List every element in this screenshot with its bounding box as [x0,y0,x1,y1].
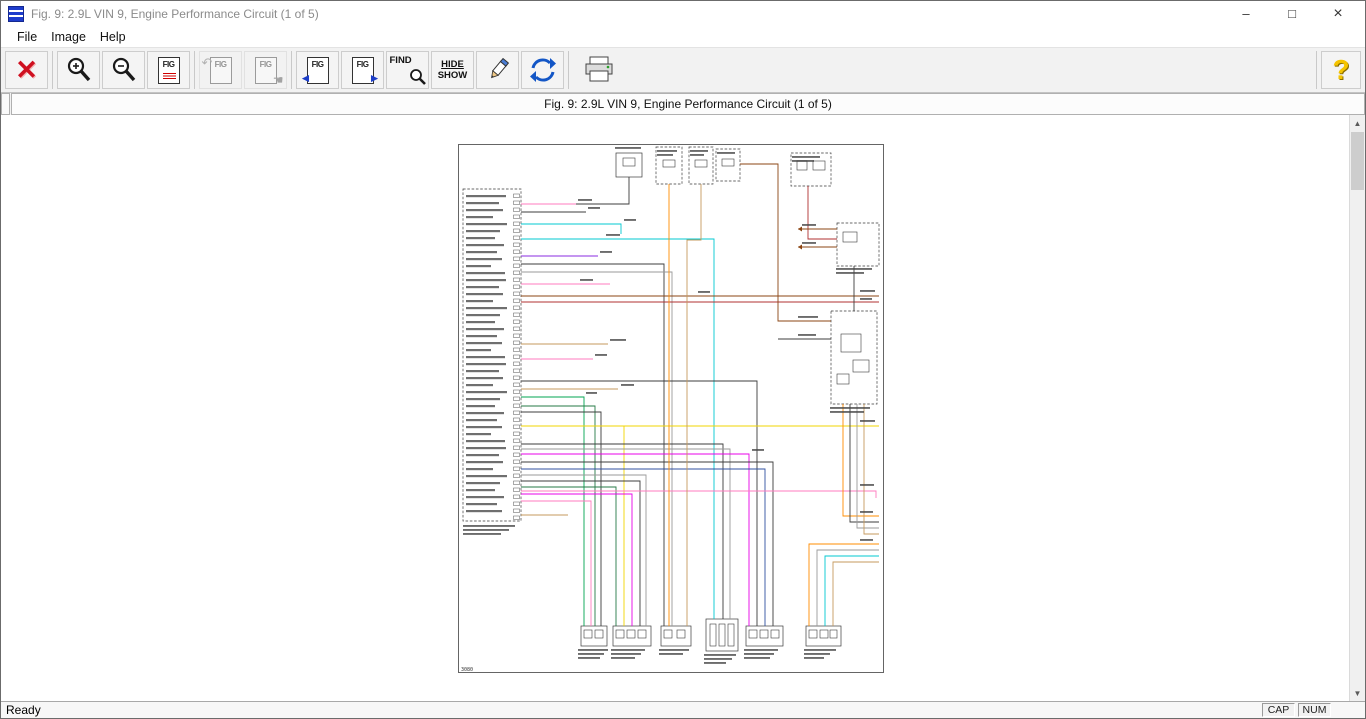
window-controls: – □ × [1223,1,1361,26]
blue-left-arrow-icon: ◄ [300,72,312,84]
toolbar: ✕ FIG FIG [1,47,1365,93]
previous-figure-icon: FIG ◄ [307,57,329,84]
maximize-button[interactable]: □ [1269,1,1315,26]
svg-text:3080: 3080 [461,667,473,673]
statusbar: Ready CAP NUM [1,701,1365,718]
menu-help[interactable]: Help [93,28,133,46]
figure-caption: Fig. 9: 2.9L VIN 9, Engine Performance C… [544,97,832,111]
close-window-button[interactable]: × [1315,1,1361,26]
help-button[interactable]: ? [1321,51,1361,89]
toolbar-separator [194,51,195,89]
figure-undo-icon: FIG ↶ [210,57,232,84]
figure-list-icon: FIG [158,57,180,84]
print-button[interactable] [573,51,625,89]
wiring-diagram: 3080 [458,144,884,673]
next-figure-icon: FIG ► [352,57,374,84]
wiring-diagram-page[interactable]: 3080 [458,144,884,673]
printer-icon [581,55,617,85]
pencil-icon [484,56,512,84]
hand-icon: ☚ [273,73,284,87]
window-title: Fig. 9: 2.9L VIN 9, Engine Performance C… [31,7,319,21]
scroll-track[interactable] [1350,131,1365,685]
figure-undo-button[interactable]: FIG ↶ [199,51,242,89]
find-icon: FIND [390,54,426,86]
annotate-button[interactable] [476,51,519,89]
zoom-in-icon [64,55,94,85]
zoom-out-icon [109,55,139,85]
zoom-in-button[interactable] [57,51,100,89]
curl-arrow-icon: ↶ [202,55,213,71]
menubar: File Image Help [1,26,1365,47]
scroll-up-button[interactable]: ▲ [1350,115,1365,131]
help-question-icon: ? [1332,56,1349,84]
refresh-button[interactable] [521,51,564,89]
find-magnifier-icon [408,67,428,87]
red-x-icon: ✕ [15,57,38,84]
refresh-icon [528,55,558,85]
toolbar-separator [291,51,292,89]
main-content: 3080 ▲ ▼ [1,115,1365,701]
toolbar-separator [52,51,53,89]
figure-pointer-button[interactable]: FIG ☚ [244,51,287,89]
red-list-marks [163,73,176,80]
minimize-button[interactable]: – [1223,1,1269,26]
zoom-out-button[interactable] [102,51,145,89]
blue-right-arrow-icon: ► [369,72,381,84]
figure-list-button[interactable]: FIG [147,51,190,89]
caption-row: Fig. 9: 2.9L VIN 9, Engine Performance C… [1,93,1365,115]
hide-show-label: HIDE SHOW [438,59,468,81]
caption-left-stub [1,93,10,115]
status-message: Ready [6,703,41,717]
hide-show-button[interactable]: HIDE SHOW [431,51,474,89]
menu-file[interactable]: File [10,28,44,46]
scroll-thumb[interactable] [1351,132,1364,190]
num-lock-indicator: NUM [1298,703,1331,717]
toolbar-separator [568,51,569,89]
previous-figure-button[interactable]: FIG ◄ [296,51,339,89]
titlebar: Fig. 9: 2.9L VIN 9, Engine Performance C… [1,1,1365,26]
menu-image[interactable]: Image [44,28,93,46]
status-cells: CAP NUM [1259,703,1331,717]
vertical-scrollbar[interactable]: ▲ ▼ [1349,115,1365,701]
app-icon [8,6,24,22]
app-window: Fig. 9: 2.9L VIN 9, Engine Performance C… [0,0,1366,719]
close-figure-button[interactable]: ✕ [5,51,48,89]
scroll-down-button[interactable]: ▼ [1350,685,1365,701]
caps-lock-indicator: CAP [1262,703,1295,717]
figure-pointer-icon: FIG ☚ [255,57,277,84]
next-figure-button[interactable]: FIG ► [341,51,384,89]
toolbar-separator [1316,51,1317,89]
find-button[interactable]: FIND [386,51,429,89]
caption-bar: Fig. 9: 2.9L VIN 9, Engine Performance C… [11,93,1365,115]
